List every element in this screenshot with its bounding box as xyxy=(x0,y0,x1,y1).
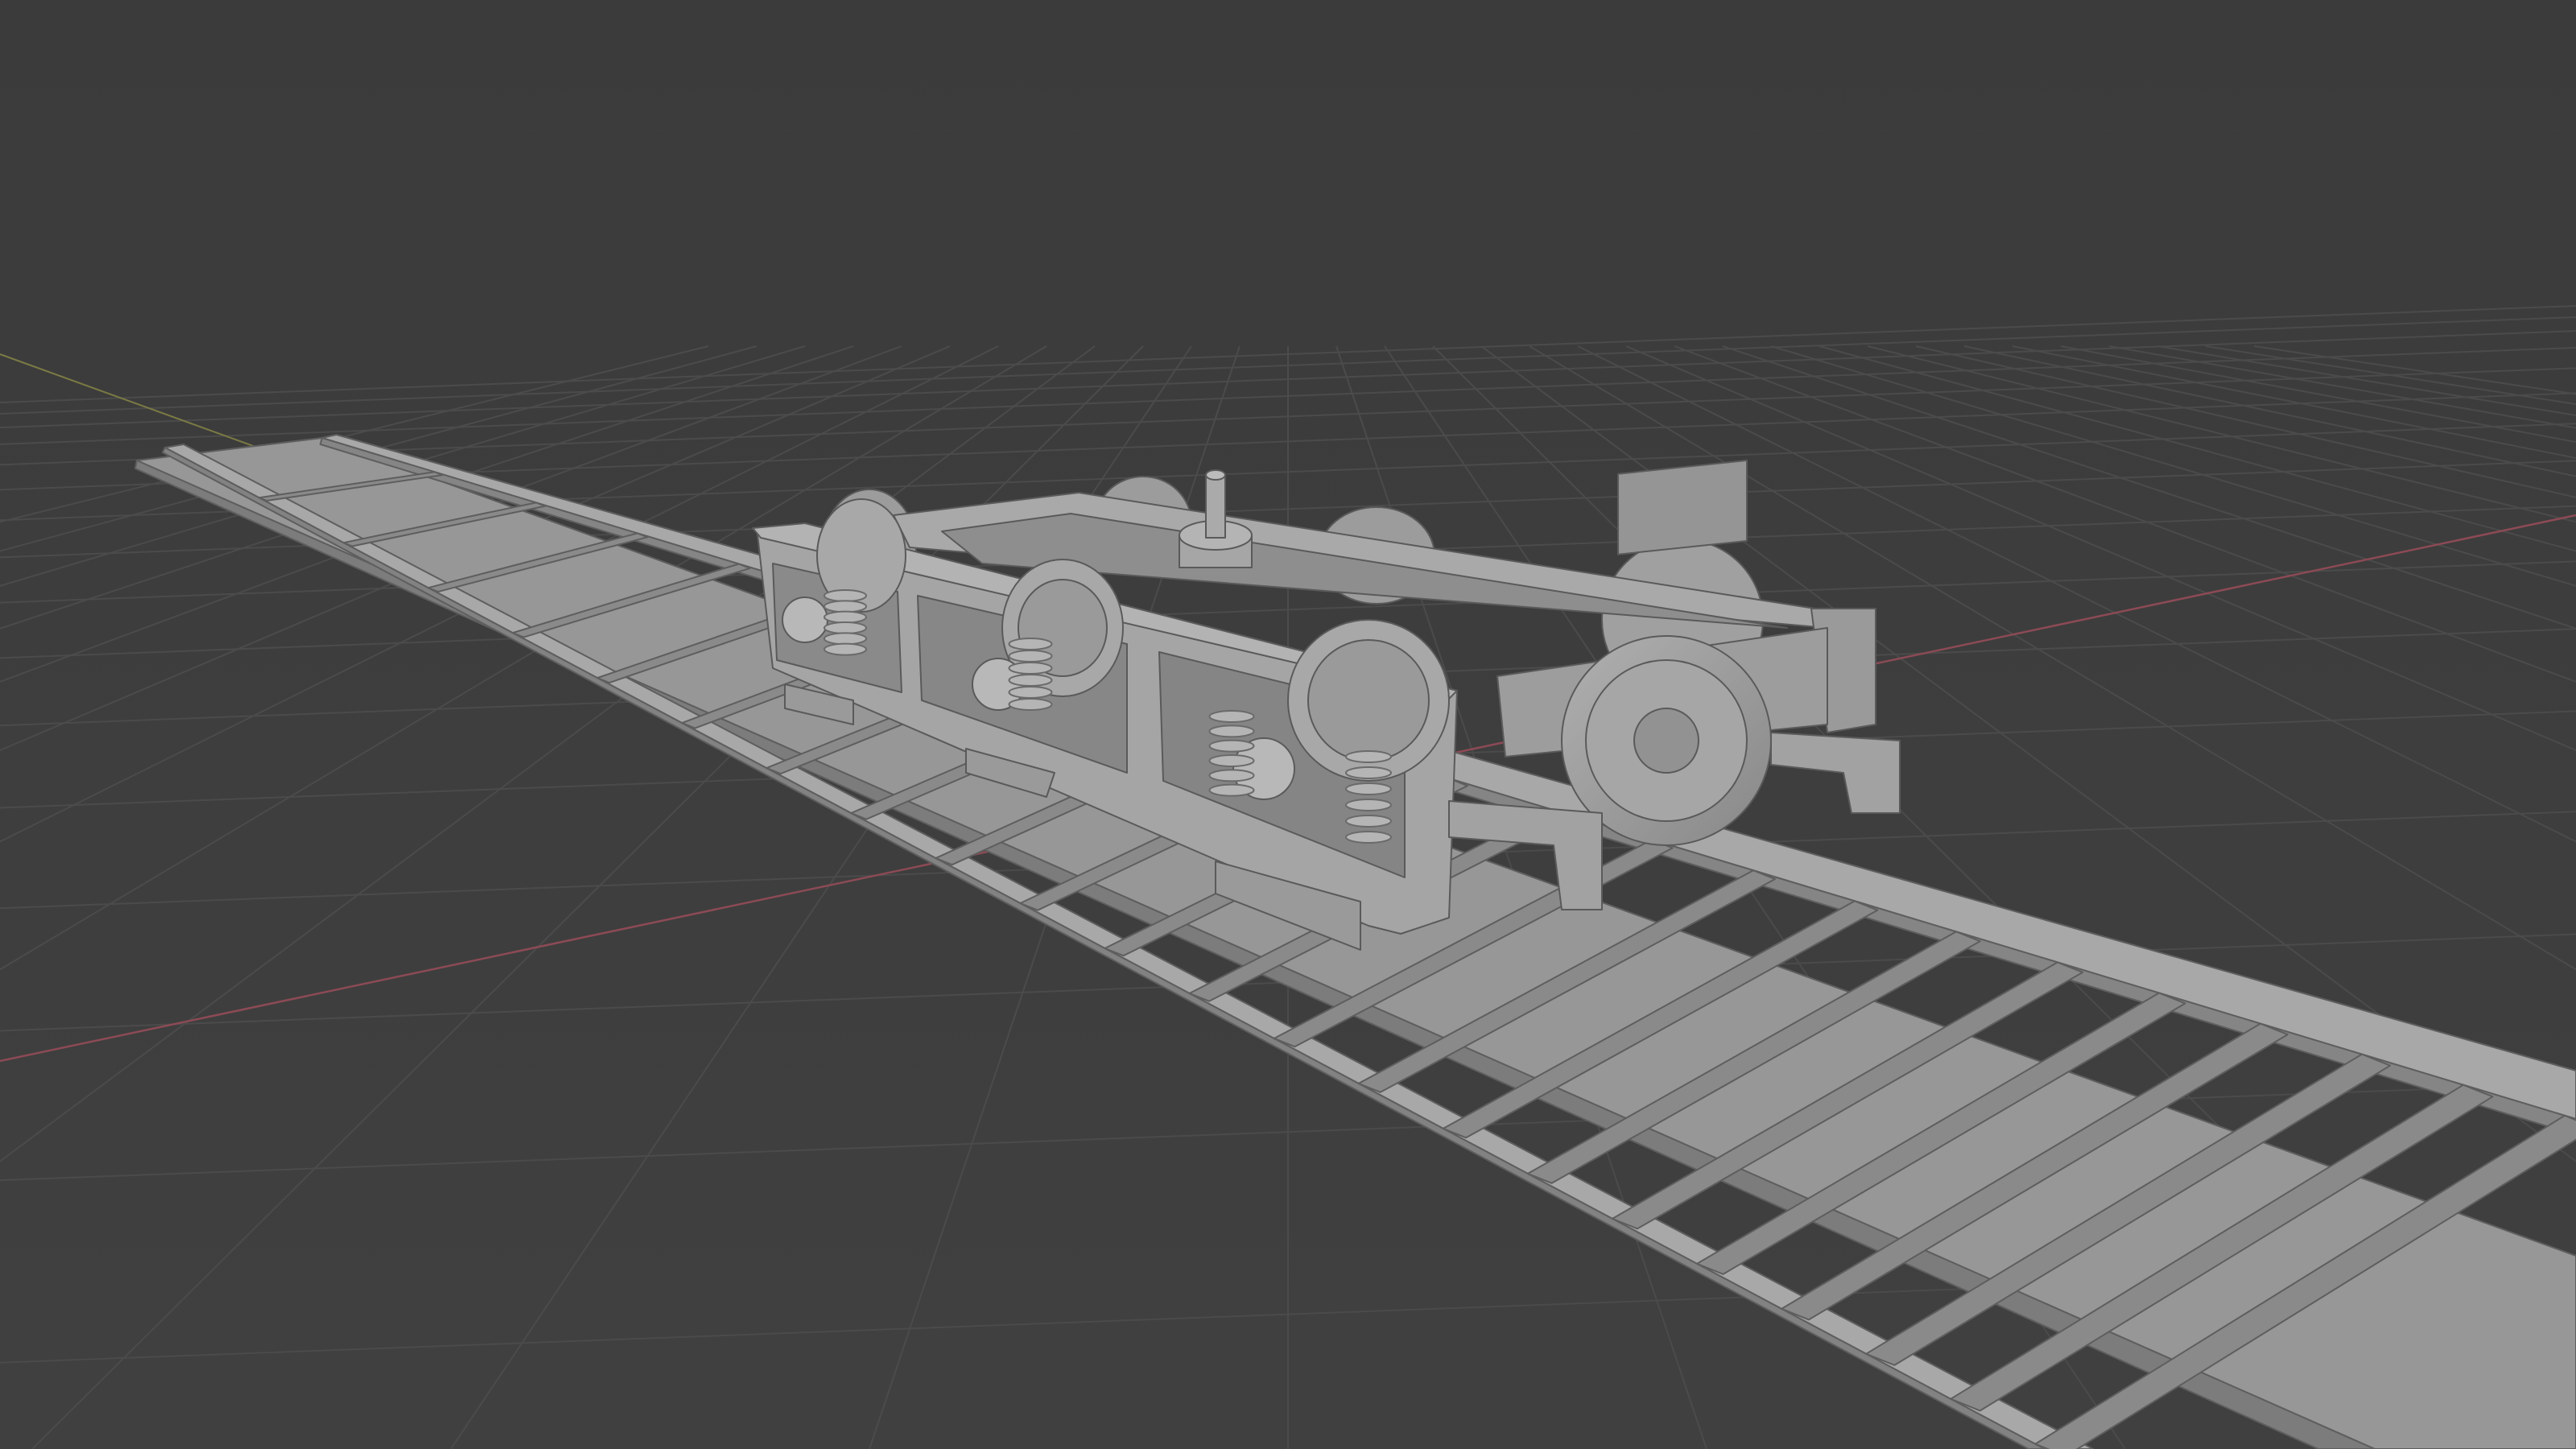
viewport-canvas[interactable] xyxy=(0,0,2576,1449)
spring-coil xyxy=(1008,638,1053,650)
spring-coil xyxy=(1008,662,1053,675)
spring-coil xyxy=(1208,710,1255,723)
spring-coil xyxy=(824,589,867,602)
spring-coil xyxy=(1208,724,1255,738)
spring-coil xyxy=(1345,782,1392,795)
spring-coil xyxy=(824,642,867,656)
spring-coil xyxy=(1008,674,1053,687)
3d-viewport[interactable] xyxy=(0,0,2576,1449)
spring-coil xyxy=(1208,769,1255,782)
spring-coil xyxy=(824,610,867,624)
spring-coil xyxy=(1345,766,1392,779)
spring-coil xyxy=(1008,686,1053,699)
spring-coil xyxy=(1008,650,1053,663)
spring-coil xyxy=(1208,783,1255,797)
spring-coil xyxy=(1008,698,1053,711)
spring-coil xyxy=(1345,799,1392,811)
spring-coil xyxy=(1345,750,1392,763)
spring-coil xyxy=(1345,831,1392,844)
spring-coil xyxy=(1208,739,1255,753)
spring-coil xyxy=(824,621,867,634)
spring-coil xyxy=(824,632,867,646)
spring-coil xyxy=(824,600,867,613)
spring-coil xyxy=(1208,754,1255,767)
bolster-end-panel xyxy=(1617,459,1748,555)
spring-coil xyxy=(1345,815,1392,828)
